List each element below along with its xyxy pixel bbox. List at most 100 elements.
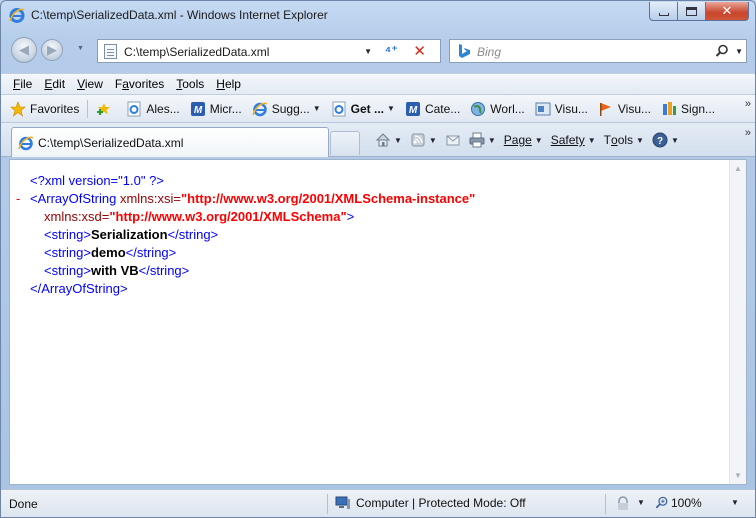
xml-declaration: <?xml version="1.0" ?>	[30, 173, 164, 188]
recent-pages-dropdown[interactable]: ▼	[77, 45, 84, 52]
separator	[87, 99, 89, 118]
xml-string-element: <string>Serialization</string>	[44, 227, 219, 242]
visual-studio-icon	[535, 102, 551, 115]
search-dropdown-icon[interactable]: ▼	[735, 47, 743, 56]
tab-label: C:\temp\SerializedData.xml	[38, 136, 184, 150]
address-dropdown-icon[interactable]: ▼	[364, 47, 372, 56]
status-bar: Done Computer | Protected Mode: Off ▼ 10…	[1, 489, 755, 517]
forward-arrow-icon: ▶	[47, 42, 57, 57]
xml-string-element: <string>with VB</string>	[44, 263, 190, 278]
home-button[interactable]: ▼	[371, 132, 406, 148]
menu-file[interactable]: File	[7, 77, 38, 91]
zoom-dropdown-icon[interactable]: ▼	[731, 498, 739, 507]
internet-explorer-icon	[9, 8, 25, 23]
dropdown-arrow-icon: ▼	[636, 135, 644, 145]
ie-suggested-icon	[252, 102, 268, 116]
zoom-control[interactable]: 100%	[655, 496, 702, 510]
tab-serialized-data[interactable]: C:\temp\SerializedData.xml	[11, 127, 329, 157]
vertical-scrollbar[interactable]: ▲ ▼	[729, 160, 746, 484]
scroll-down-arrow-icon[interactable]: ▼	[734, 471, 742, 480]
status-text: Done	[9, 497, 38, 511]
minimize-icon	[658, 12, 669, 16]
new-tab-button[interactable]	[330, 131, 360, 155]
collapse-toggle[interactable]: -	[16, 190, 30, 208]
dropdown-arrow-icon[interactable]: ▼	[637, 498, 645, 507]
zoom-icon	[655, 496, 668, 509]
favorite-link-9[interactable]: Sign...	[656, 101, 720, 117]
search-icon[interactable]	[714, 43, 730, 59]
xml-document: <?xml version="1.0" ?> - <ArrayOfString x…	[16, 172, 475, 298]
favorite-link-1[interactable]: Ales...	[121, 101, 184, 117]
maximize-button[interactable]	[677, 2, 705, 21]
msdn-icon: M	[405, 101, 420, 116]
window-title: C:\temp\SerializedData.xml - Windows Int…	[31, 8, 328, 22]
tab-row: C:\temp\SerializedData.xml ▼ ▼ ▼ Page▼	[1, 123, 755, 157]
dropdown-arrow-icon: ▼	[534, 135, 543, 145]
favorites-button[interactable]: Favorites	[5, 100, 84, 117]
menu-edit[interactable]: Edit	[38, 77, 71, 91]
print-button[interactable]: ▼	[465, 132, 500, 148]
address-input[interactable]: C:\temp\SerializedData.xml	[124, 45, 269, 59]
menu-help[interactable]: Help	[210, 77, 247, 91]
security-zone[interactable]: Computer | Protected Mode: Off	[335, 495, 526, 511]
svg-text:?: ?	[657, 136, 663, 147]
favorite-link-7[interactable]: Visu...	[530, 101, 593, 117]
mail-icon	[446, 135, 460, 146]
page-menu-button[interactable]: Page ▼	[500, 133, 547, 147]
search-box[interactable]: Bing ▼	[449, 39, 747, 63]
close-button[interactable]: ✕	[705, 2, 749, 21]
favorites-bar: Favorites Ales... M Micr... Sugg... ▼ Get…	[1, 95, 755, 123]
xml-root-close: </ArrayOfString>	[30, 281, 128, 296]
caption-buttons: ✕	[649, 2, 749, 21]
dropdown-arrow-icon: ▼	[587, 135, 596, 145]
protected-mode-icon[interactable]	[615, 496, 631, 512]
more-favorites-chevron-icon[interactable]: »	[745, 98, 751, 110]
browser-window: C:\temp\SerializedData.xml - Windows Int…	[0, 0, 756, 518]
favorite-link-6[interactable]: Worl...	[465, 101, 529, 117]
svg-text:M: M	[409, 105, 418, 116]
menu-favorites[interactable]: Favorites	[109, 77, 170, 91]
internet-explorer-icon	[18, 136, 34, 151]
add-favorite-icon	[97, 102, 111, 115]
command-bar: ▼ ▼ ▼ Page ▼ Safety ▼ To ols ▼ ? ▼	[371, 123, 683, 157]
dropdown-arrow-icon: ▼	[670, 135, 679, 145]
dropdown-arrow-icon: ▼	[387, 104, 395, 113]
favorite-link-5[interactable]: M Cate...	[400, 101, 465, 117]
page-content: <?xml version="1.0" ?> - <ArrayOfString x…	[9, 159, 747, 485]
minimize-button[interactable]	[649, 2, 677, 21]
dropdown-arrow-icon: ▼	[428, 135, 437, 145]
favorites-star-icon	[10, 100, 26, 117]
close-icon: ✕	[721, 3, 733, 18]
dropdown-arrow-icon: ▼	[312, 104, 321, 113]
add-to-favorites-bar-button[interactable]	[91, 101, 121, 117]
forward-button[interactable]: ▶	[41, 39, 63, 61]
scroll-up-arrow-icon[interactable]: ▲	[734, 164, 742, 173]
safety-menu-button[interactable]: Safety ▼	[547, 133, 600, 147]
favorite-link-2[interactable]: M Micr...	[185, 101, 247, 117]
help-menu-button[interactable]: ? ▼	[648, 132, 683, 148]
ie-page-icon	[127, 101, 141, 116]
refresh-icon[interactable]: ⁴⁺	[385, 43, 398, 59]
more-commands-chevron-icon[interactable]: »	[745, 127, 751, 139]
back-button[interactable]: ◀	[11, 37, 37, 63]
stop-icon[interactable]: ✕	[413, 42, 426, 60]
favorite-link-3[interactable]: Sugg... ▼	[247, 101, 326, 117]
favorite-link-8[interactable]: Visu...	[593, 101, 656, 117]
feeds-button[interactable]: ▼	[406, 132, 441, 148]
printer-icon	[469, 132, 485, 148]
back-arrow-icon: ◀	[19, 42, 29, 57]
xml-string-element: <string>demo</string>	[44, 245, 177, 260]
bing-logo-icon	[459, 44, 470, 58]
xml-root-attr-line: xmlns:xsd="http://www.w3.org/2001/XMLSch…	[44, 209, 355, 224]
menu-tools[interactable]: Tools	[170, 77, 210, 91]
navigation-bar: ◀ ▶ ▼ C:\temp\SerializedData.xml ▼ ⁴⁺ ✕ …	[1, 33, 755, 69]
favorite-link-4[interactable]: Get ... ▼	[326, 101, 400, 117]
tools-menu-button[interactable]: To ols ▼	[600, 133, 648, 147]
search-input[interactable]: Bing	[477, 45, 501, 59]
address-bar[interactable]: C:\temp\SerializedData.xml ▼ ⁴⁺ ✕	[97, 39, 441, 63]
menu-view[interactable]: View	[71, 77, 109, 91]
read-mail-button[interactable]	[441, 132, 465, 148]
title-bar: C:\temp\SerializedData.xml - Windows Int…	[1, 1, 755, 29]
ie-page-icon	[332, 101, 346, 116]
svg-text:M: M	[194, 105, 203, 116]
